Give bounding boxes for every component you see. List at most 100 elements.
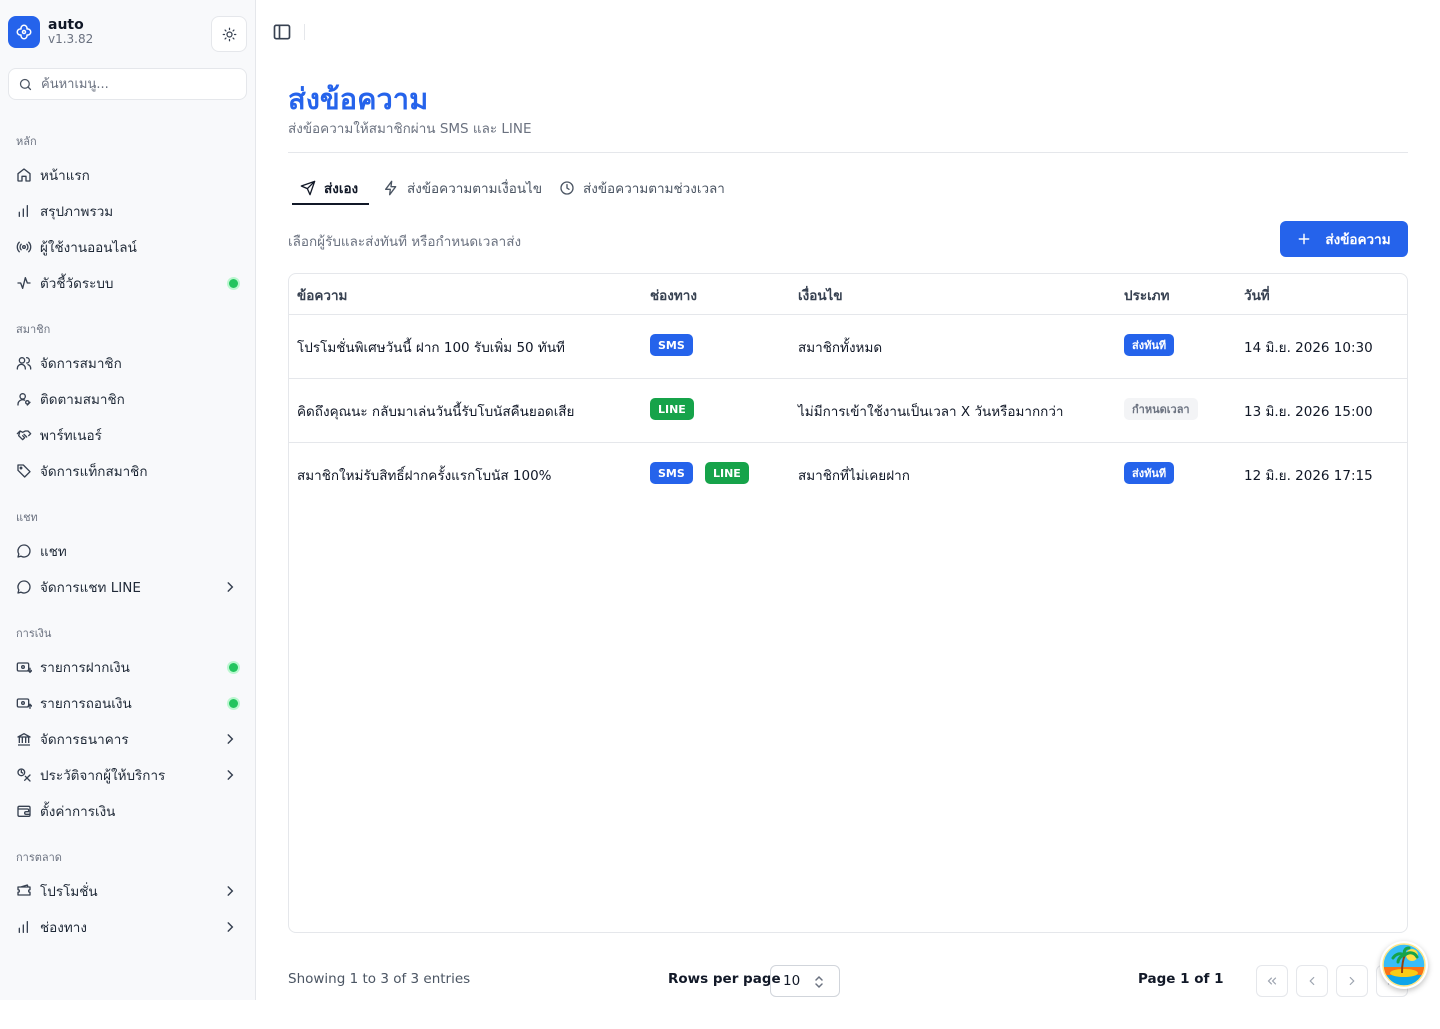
type-badge-immediate: ส่งทันที bbox=[1124, 334, 1175, 356]
sidebar-item-label: ประวัติจากผู้ให้บริการ bbox=[40, 768, 166, 784]
tab-send-by-schedule[interactable]: ส่งข้อความตามช่วงเวลา bbox=[559, 170, 725, 206]
sidebar-item-chat[interactable]: แชท bbox=[8, 535, 248, 567]
sidebar-item-channels[interactable]: ช่องทาง bbox=[8, 911, 248, 943]
sidebar-item-manage-members[interactable]: จัดการสมาชิก bbox=[8, 347, 248, 379]
clock-icon bbox=[559, 180, 575, 196]
sidebar-item-online-users[interactable]: ผู้ใช้งานออนไลน์ bbox=[8, 231, 248, 263]
column-header-message[interactable]: ข้อความ bbox=[297, 284, 347, 306]
sidebar-item-label: จัดการแท็กสมาชิก bbox=[40, 464, 148, 480]
rows-per-page-value: 10 bbox=[783, 973, 801, 989]
nav-section-finance: การเงิน bbox=[16, 627, 52, 640]
rows-per-page-select[interactable]: 10 bbox=[770, 965, 840, 997]
user-avatar-button[interactable] bbox=[1380, 941, 1428, 989]
first-page-button[interactable] bbox=[1256, 965, 1288, 997]
sidebar-toggle-button[interactable] bbox=[272, 22, 292, 42]
sidebar-item-label: ช่องทาง bbox=[40, 920, 87, 936]
table-row-condition: สมาชิกทั้งหมด bbox=[798, 340, 883, 356]
sidebar-item-withdrawals[interactable]: รายการถอนเงิน bbox=[8, 687, 248, 719]
sidebar-item-label: หน้าแรก bbox=[40, 168, 90, 184]
sidebar-item-label: โปรโมชั่น bbox=[40, 884, 98, 900]
sidebar-item-label: จัดการแชท LINE bbox=[40, 580, 141, 596]
type-badge-immediate: ส่งทันที bbox=[1124, 462, 1175, 484]
chat-icon bbox=[16, 579, 32, 595]
active-tab-indicator bbox=[292, 203, 369, 205]
sun-icon bbox=[222, 27, 237, 42]
table-row-date: 12 มิ.ย. 2026 17:15 bbox=[1244, 468, 1373, 484]
chevron-right-icon bbox=[223, 920, 237, 934]
sidebar-item-label: พาร์ทเนอร์ bbox=[40, 428, 102, 444]
bar-chart-icon bbox=[16, 919, 32, 935]
menu-search[interactable] bbox=[8, 68, 247, 100]
sidebar-item-system-metrics[interactable]: ตัวชี้วัดระบบ bbox=[8, 267, 248, 299]
chevrons-left-icon bbox=[1265, 974, 1279, 988]
chat-icon bbox=[16, 543, 32, 559]
sidebar-item-label: ตั้งค่าการเงิน bbox=[40, 804, 116, 820]
table-row-message: คิดถึงคุณนะ กลับมาเล่นวันนี้รับโบนัสคืนย… bbox=[297, 404, 575, 420]
app-name: auto bbox=[48, 17, 84, 34]
sidebar-item-promotions[interactable]: โปรโมชั่น bbox=[8, 875, 248, 907]
money-out-icon bbox=[16, 695, 32, 711]
entries-summary: Showing 1 to 3 of 3 entries bbox=[288, 971, 471, 987]
table-row-condition: ไม่มีการเข้าใช้งานเป็นเวลา X วันหรือมากก… bbox=[798, 404, 1064, 420]
sidebar-item-provider-history[interactable]: ประวัติจากผู้ให้บริการ bbox=[8, 759, 248, 791]
user-search-icon bbox=[16, 391, 32, 407]
sidebar-item-finance-settings[interactable]: ตั้งค่าการเงิน bbox=[8, 795, 248, 827]
column-header-type[interactable]: ประเภท bbox=[1124, 284, 1169, 306]
column-header-date[interactable]: วันที่ bbox=[1244, 284, 1270, 306]
plus-icon bbox=[1297, 232, 1311, 246]
column-header-channel[interactable]: ช่องทาง bbox=[650, 284, 697, 306]
sidebar-item-banks[interactable]: จัดการธนาคาร bbox=[8, 723, 248, 755]
nav-section-members: สมาชิก bbox=[16, 323, 51, 336]
sidebar-item-label: ติดตามสมาชิก bbox=[40, 392, 125, 408]
theme-toggle-button[interactable] bbox=[211, 16, 247, 52]
rows-per-page-label: Rows per page bbox=[668, 971, 781, 987]
sidebar-item-label: สรุปภาพรวม bbox=[40, 204, 114, 220]
money-in-icon bbox=[16, 659, 32, 675]
avatar-island-icon bbox=[1382, 943, 1426, 987]
next-page-button[interactable] bbox=[1336, 965, 1368, 997]
sidebar-item-home[interactable]: หน้าแรก bbox=[8, 159, 248, 191]
status-dot bbox=[229, 663, 238, 672]
send-message-button[interactable]: ส่งข้อความ bbox=[1280, 221, 1408, 257]
app-version: v1.3.82 bbox=[48, 32, 94, 47]
nav-section-chat: แชท bbox=[16, 511, 38, 524]
channel-badge-sms: SMS bbox=[650, 334, 693, 356]
provider-history-icon bbox=[16, 767, 32, 783]
sidebar-item-deposits[interactable]: รายการฝากเงิน bbox=[8, 651, 248, 683]
sidebar-footer-gap bbox=[0, 1000, 258, 1029]
sidebar-item-label: ตัวชี้วัดระบบ bbox=[40, 276, 114, 292]
brand[interactable]: auto v1.3.82 bbox=[8, 16, 93, 48]
toolbar-divider bbox=[304, 24, 305, 40]
sidebar-item-label: รายการถอนเงิน bbox=[40, 696, 132, 712]
sidebar-item-overview[interactable]: สรุปภาพรวม bbox=[8, 195, 248, 227]
status-dot bbox=[229, 699, 238, 708]
nav-section-main: หลัก bbox=[16, 135, 37, 148]
handshake-icon bbox=[16, 427, 32, 443]
column-header-condition[interactable]: เงื่อนไข bbox=[798, 284, 843, 306]
users-icon bbox=[16, 355, 32, 371]
sidebar-item-label: จัดการธนาคาร bbox=[40, 732, 129, 748]
sidebar-item-member-tags[interactable]: จัดการแท็กสมาชิก bbox=[8, 455, 248, 487]
bar-chart-icon bbox=[16, 203, 32, 219]
sidebar-item-line-chat[interactable]: จัดการแชท LINE bbox=[8, 571, 248, 603]
previous-page-button[interactable] bbox=[1296, 965, 1328, 997]
header-row-divider bbox=[289, 314, 1407, 315]
tab-send-by-condition[interactable]: ส่งข้อความตามเงื่อนไข bbox=[383, 170, 542, 206]
sidebar-item-track-members[interactable]: ติดตามสมาชิก bbox=[8, 383, 248, 415]
channel-badge-line: LINE bbox=[650, 398, 694, 420]
chevron-right-icon bbox=[223, 884, 237, 898]
tab-send-manual[interactable]: ส่งเอง bbox=[300, 170, 358, 206]
send-message-button-label: ส่งข้อความ bbox=[1325, 232, 1391, 248]
chevron-right-icon bbox=[223, 732, 237, 746]
status-dot bbox=[229, 279, 238, 288]
search-icon bbox=[18, 77, 33, 92]
chevron-left-icon bbox=[1305, 974, 1319, 988]
sidebar-item-partners[interactable]: พาร์ทเนอร์ bbox=[8, 419, 248, 451]
tab-label: ส่งข้อความตามเงื่อนไข bbox=[407, 181, 543, 197]
page-subtitle: ส่งข้อความให้สมาชิกผ่าน SMS และ LINE bbox=[288, 121, 532, 137]
sidebar: auto v1.3.82 หลัก หน้าแรก สรุปภาพรวม ผู้… bbox=[0, 0, 256, 1000]
search-input[interactable] bbox=[41, 76, 231, 92]
chevrons-up-down-icon bbox=[813, 975, 825, 989]
type-badge-scheduled: กำหนดเวลา bbox=[1124, 398, 1198, 420]
activity-icon bbox=[16, 275, 32, 291]
